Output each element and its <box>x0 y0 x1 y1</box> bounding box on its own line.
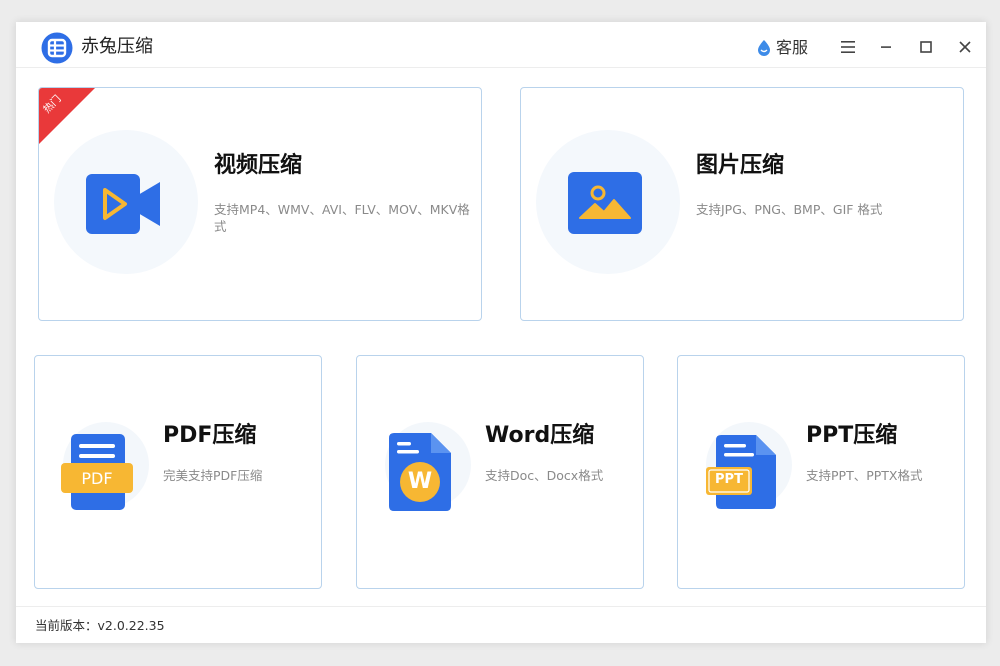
customer-service-label: 客服 <box>776 38 809 57</box>
app-title: 赤兔压缩 <box>81 36 153 57</box>
word-card-desc: 支持Doc、Docx格式 <box>485 468 604 483</box>
video-icon <box>86 174 160 234</box>
word-compress-card[interactable]: W Word压缩 支持Doc、Docx格式 <box>356 355 644 589</box>
video-card-desc: 支持MP4、WMV、AVI、FLV、MOV、MKV格式 <box>214 202 470 234</box>
close-button[interactable] <box>953 35 977 59</box>
customer-service-icon <box>758 40 770 56</box>
version-text: 当前版本：v2.0.22.35 <box>35 618 165 633</box>
status-bar: 当前版本：v2.0.22.35 <box>16 606 986 643</box>
pdf-compress-card[interactable]: PDF PDF压缩 完美支持PDF压缩 <box>34 355 322 589</box>
image-icon <box>568 172 642 234</box>
customer-service-button[interactable]: 客服 <box>756 37 808 59</box>
image-compress-card[interactable]: 图片压缩 支持JPG、PNG、BMP、GIF 格式 <box>520 87 964 321</box>
app-logo-icon <box>41 32 73 64</box>
video-card-title: 视频压缩 <box>214 153 303 178</box>
video-compress-card[interactable]: 视频压缩 支持MP4、WMV、AVI、FLV、MOV、MKV格式 热门 <box>38 87 482 321</box>
pdf-card-title: PDF压缩 <box>163 423 257 448</box>
image-card-title: 图片压缩 <box>696 153 785 178</box>
ppt-icon-label: PPT <box>715 472 743 487</box>
minimize-button[interactable] <box>874 35 898 59</box>
word-icon-label: W <box>407 469 433 494</box>
minimize-icon <box>881 46 891 48</box>
ppt-compress-card[interactable]: PPT PPT压缩 支持PPT、PPTX格式 <box>677 355 965 589</box>
pdf-icon-label: PDF <box>81 469 113 488</box>
app-window: 赤兔压缩 客服 视频压缩 支持MP4、WMV、AVI、FLV、MOV、MKV格式… <box>16 22 986 643</box>
hamburger-menu-icon <box>841 41 855 53</box>
pdf-card-desc: 完美支持PDF压缩 <box>163 468 263 483</box>
word-card-title: Word压缩 <box>485 423 595 448</box>
menu-button[interactable] <box>836 35 860 59</box>
ppt-card-desc: 支持PPT、PPTX格式 <box>806 468 923 483</box>
maximize-icon <box>920 41 932 53</box>
image-card-desc: 支持JPG、PNG、BMP、GIF 格式 <box>696 202 883 217</box>
close-icon <box>959 41 971 53</box>
ppt-card-title: PPT压缩 <box>806 423 898 448</box>
title-bar: 赤兔压缩 客服 <box>16 22 986 68</box>
maximize-button[interactable] <box>914 35 938 59</box>
hot-badge <box>39 88 95 144</box>
